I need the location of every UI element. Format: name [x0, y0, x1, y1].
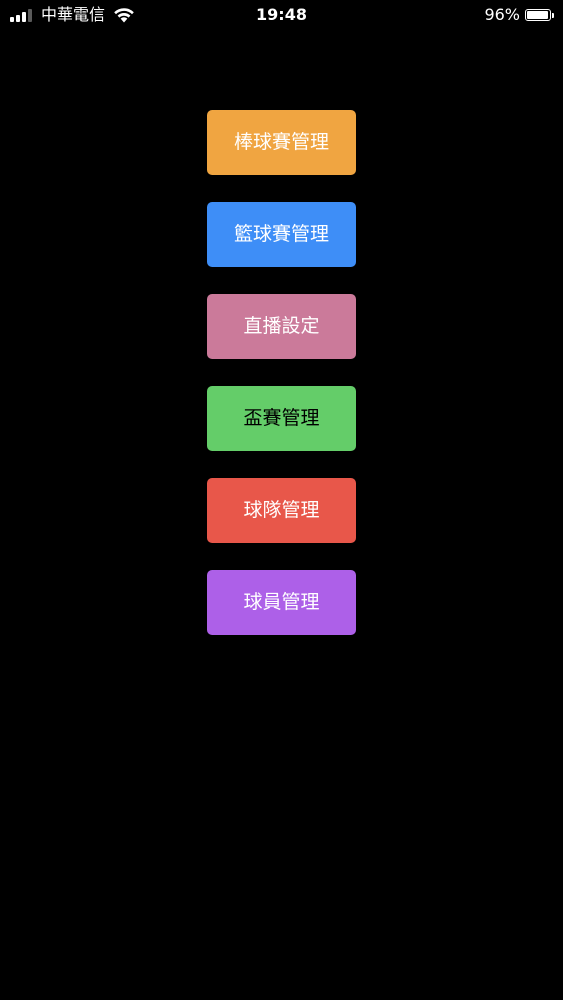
basketball-games-button[interactable]: 籃球賽管理 — [207, 202, 356, 267]
battery-percent: 96% — [484, 5, 520, 24]
cup-tournament-button[interactable]: 盃賽管理 — [207, 386, 356, 451]
battery-icon — [525, 9, 551, 21]
main-menu: 棒球賽管理 籃球賽管理 直播設定 盃賽管理 球隊管理 球員管理 — [207, 110, 356, 662]
status-bar: 中華電信 19:48 96% — [0, 0, 563, 30]
team-management-button[interactable]: 球隊管理 — [207, 478, 356, 543]
battery-cap — [552, 12, 554, 18]
battery-level-fill — [527, 11, 549, 19]
status-bar-right: 96% — [484, 5, 554, 25]
baseball-games-button[interactable]: 棒球賽管理 — [207, 110, 356, 175]
live-stream-settings-button[interactable]: 直播設定 — [207, 294, 356, 359]
status-time: 19:48 — [256, 5, 307, 24]
player-management-button[interactable]: 球員管理 — [207, 570, 356, 635]
